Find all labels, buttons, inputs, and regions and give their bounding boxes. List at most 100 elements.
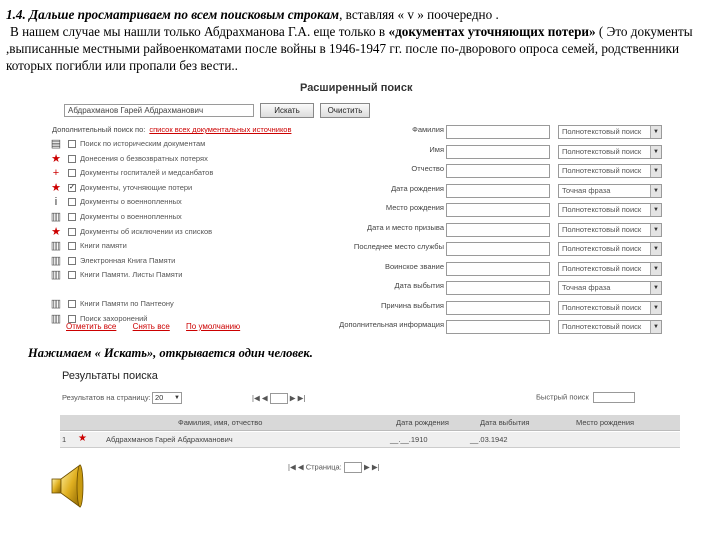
row-out: __.03.1942 — [470, 435, 508, 444]
search-mode-select[interactable]: Полнотекстовый поиск ▼ — [558, 261, 662, 276]
source-checkbox[interactable] — [68, 213, 76, 221]
source-label: Поиск по историческим документам — [80, 139, 206, 148]
source-label: Документы, уточняющие потери — [80, 182, 193, 192]
source-checkbox[interactable] — [68, 198, 76, 207]
source-checkbox[interactable] — [68, 242, 76, 251]
source-row[interactable]: + Документы госпиталей и медсанбатов — [48, 167, 348, 180]
intro-body-1: В нашем случае мы нашли только Абдрахман… — [10, 24, 389, 39]
speaker-icon[interactable] — [50, 462, 90, 510]
first-page-icon[interactable]: |◀ — [288, 462, 296, 471]
col-place[interactable]: Место рождения — [576, 418, 634, 427]
search-mode-select[interactable]: Точная фраза ▼ — [558, 281, 662, 295]
field-label: Место рождения — [385, 203, 444, 212]
search-mode-value: Полнотекстовый поиск — [562, 205, 642, 214]
search-mode-select[interactable]: Полнотекстовый поиск ▼ — [558, 300, 662, 315]
col-name[interactable]: Фамилия, имя, отчество — [178, 418, 262, 427]
sources-header-label: Дополнительный поиск по: — [52, 125, 146, 134]
next-page-icon[interactable]: ▶ — [290, 393, 296, 402]
field-input[interactable] — [446, 125, 550, 139]
source-row[interactable]: ★ ✓ Документы, уточняющие потери — [48, 182, 348, 195]
field-input[interactable] — [446, 281, 550, 295]
source-checkbox[interactable] — [68, 271, 76, 280]
field-input[interactable] — [446, 164, 550, 178]
quick-search-input[interactable] — [592, 392, 635, 403]
source-row[interactable]: ▥ Документы о военнопленных — [48, 211, 348, 224]
source-row[interactable]: ★ Документы об исключении из списков — [48, 226, 348, 239]
source-row[interactable]: ▥ Книги Памяти по Пантеону — [48, 298, 348, 311]
source-row[interactable]: ▤ Поиск по историческим документам — [48, 138, 348, 151]
source-row[interactable]: ★ Донесения о безвозвратных потерях — [48, 153, 348, 166]
reset-button[interactable]: Очистить — [320, 103, 370, 118]
field-input[interactable] — [446, 261, 550, 276]
source-checkbox[interactable] — [68, 169, 76, 178]
document-icon: ▤ — [50, 138, 62, 150]
field-input[interactable] — [446, 242, 550, 256]
search-mode-value: Полнотекстовый поиск — [562, 224, 642, 234]
search-mode-select[interactable]: Полнотекстовый поиск ▼ — [558, 144, 662, 159]
search-mode-value: Точная фраза — [562, 185, 611, 195]
book-icon: ▥ — [50, 211, 62, 223]
book-icon: ▥ — [50, 254, 62, 267]
field-input[interactable] — [446, 300, 550, 315]
source-label: Книги памяти — [80, 241, 127, 251]
search-mode-select[interactable]: Полнотекстовый поиск ▼ — [558, 125, 662, 139]
search-mode-value: Полнотекстовый поиск — [562, 302, 642, 312]
source-checkbox[interactable]: ✓ — [68, 183, 76, 192]
source-row[interactable]: ▥ Электронная Книга Памяти — [48, 255, 348, 268]
field-input[interactable] — [446, 183, 550, 198]
field-input[interactable] — [446, 144, 550, 159]
source-row[interactable]: ▥ Книги Памяти. Листы Памяти — [48, 269, 348, 282]
name-search-input[interactable]: Абдрахманов Гарей Абдрахманович — [64, 104, 254, 117]
info-icon: i — [54, 196, 58, 209]
field-input[interactable] — [446, 203, 550, 217]
page-number-select[interactable] — [343, 462, 362, 473]
source-row[interactable]: ▥ Книги памяти — [48, 240, 348, 253]
source-label: Книги Памяти. Листы Памяти — [80, 270, 183, 280]
col-out[interactable]: Дата выбытия — [480, 418, 529, 427]
source-checkbox[interactable] — [68, 154, 76, 163]
prev-page-icon[interactable]: ◀ — [262, 393, 268, 402]
search-mode-select[interactable]: Полнотекстовый поиск ▼ — [558, 164, 662, 178]
search-mode-select[interactable]: Полнотекстовый поиск ▼ — [558, 320, 662, 334]
deselect-all-link[interactable]: Снять все — [133, 322, 170, 331]
pager-label: Страница: — [305, 462, 342, 472]
source-checkbox[interactable] — [68, 300, 76, 308]
last-page-icon[interactable]: ▶| — [372, 462, 380, 471]
select-all-link[interactable]: Отметить все — [66, 322, 116, 331]
search-button[interactable]: Искать — [260, 103, 314, 118]
prev-page-icon[interactable]: ◀ — [298, 462, 304, 471]
page-number-select[interactable] — [269, 393, 288, 404]
search-mode-value: Точная фраза — [562, 283, 611, 292]
table-row[interactable]: 1 ★ Абдрахманов Гарей Абдрахманович __._… — [60, 432, 680, 448]
source-checkbox[interactable] — [68, 227, 76, 236]
field-row: Последнее место службы Полнотекстовый пои… — [340, 242, 670, 262]
field-row: Дата рождения Точная фраза ▼ — [340, 183, 670, 204]
field-input[interactable] — [446, 320, 550, 334]
chevron-down-icon: ▼ — [650, 282, 661, 294]
search-mode-select[interactable]: Полнотекстовый поиск ▼ — [558, 203, 662, 217]
field-row: Дата и место призыва Полнотекстовый поиск… — [340, 222, 670, 243]
field-input[interactable] — [446, 222, 550, 237]
search-mode-select[interactable]: Полнотекстовый поиск ▼ — [558, 242, 662, 256]
source-row[interactable]: i Документы о военнопленных — [48, 196, 348, 209]
row-name[interactable]: Абдрахманов Гарей Абдрахманович — [106, 435, 233, 444]
last-page-icon[interactable]: ▶| — [298, 393, 306, 402]
source-label: Документы о военнопленных — [80, 197, 182, 207]
book-icon: ▥ — [50, 269, 62, 282]
first-page-icon[interactable]: |◀ — [252, 393, 260, 402]
source-label: Документы об исключении из списков — [80, 226, 213, 236]
search-mode-select[interactable]: Точная фраза ▼ — [558, 183, 662, 198]
field-label: Фамилия — [412, 125, 444, 134]
default-link[interactable]: По умолчанию — [186, 322, 240, 331]
chevron-down-icon: ▼ — [650, 184, 661, 197]
source-checkbox[interactable] — [68, 256, 76, 265]
field-row: Имя Полнотекстовый поиск ▼ — [340, 144, 670, 165]
next-page-icon[interactable]: ▶ — [364, 462, 370, 471]
col-birth[interactable]: Дата рождения — [396, 418, 449, 427]
book-icon: ▥ — [50, 298, 62, 310]
search-mode-value: Полнотекстовый поиск — [562, 146, 642, 156]
source-checkbox[interactable] — [68, 140, 76, 148]
search-mode-select[interactable]: Полнотекстовый поиск ▼ — [558, 222, 662, 237]
sources-list-link[interactable]: список всех документальных источников — [149, 125, 291, 134]
per-page-select[interactable]: 20 ▼ — [152, 392, 182, 404]
